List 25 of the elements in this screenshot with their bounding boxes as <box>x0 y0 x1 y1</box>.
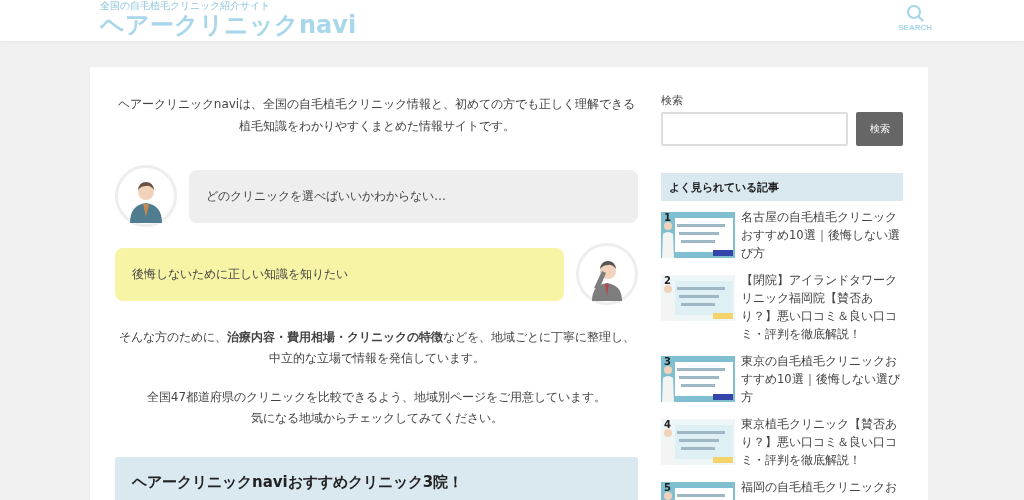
body-paragraph: 全国47都道府県のクリニックを比較できるよう、地域別ページをご用意しています。 <box>145 389 608 406</box>
rank-number: 3 <box>664 356 671 368</box>
site-tagline: 全国の自毛植毛クリニック紹介サイト <box>100 0 271 12</box>
search-button[interactable]: 検索 <box>856 112 903 146</box>
section-heading: ヘアークリニックnaviおすすめクリニック3院！ <box>115 457 638 500</box>
intro-text: ヘアークリニックnaviは、全国の自毛植毛クリニック情報と、初めての方でも正しく理解できる植毛知識をわかりやすくまとめた情報サイトです。 <box>116 96 637 135</box>
popular-posts-heading: よく見られている記事 <box>661 173 903 201</box>
article-link[interactable]: 東京植毛クリニック【賛否あり？】悪い口コミ＆良い口コミ・評判を徹底解説！ <box>741 415 903 469</box>
speech-bubble: 後悔しないために正しい知識を知りたい <box>115 247 564 301</box>
body-paragraph: そんな方のために、治療内容・費用相場・クリニックの特徴などを、地域ごとに丁寧に整理し、中立的な立場で情報を発信しています。 <box>117 329 636 367</box>
person-avatar <box>576 243 638 305</box>
person-avatar <box>115 165 177 227</box>
article-link[interactable]: 【閉院】アイランドタワークリニック福岡院【賛否あり？】悪い口コミ＆良い口コミ・評判を徹底解説！ <box>741 271 903 343</box>
search-icon[interactable] <box>906 4 925 22</box>
body-paragraph: 気になる地域からチェックしてみてください。 <box>249 410 504 427</box>
search-widget-title: 検索 <box>661 93 684 109</box>
rank-number: 1 <box>664 212 671 224</box>
rank-number: 2 <box>664 275 671 287</box>
rank-number: 4 <box>664 419 671 431</box>
article-link[interactable]: 福岡の自毛植毛クリニックお <box>741 478 897 496</box>
article-link[interactable]: 東京の自毛植毛クリニックおすすめ10選｜後悔しない選び方 <box>741 352 903 406</box>
speech-bubble: どのクリニックを選べばいいかわからない… <box>189 169 638 223</box>
rank-number: 5 <box>664 482 671 494</box>
search-field[interactable] <box>661 112 848 146</box>
article-link[interactable]: 名古屋の自毛植毛クリニックおすすめ10選｜後悔しない選び方 <box>741 208 903 262</box>
